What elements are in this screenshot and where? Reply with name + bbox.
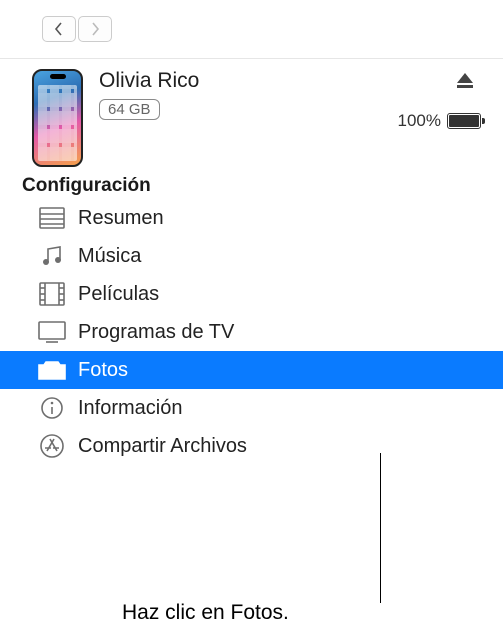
nav-back-button[interactable]	[42, 16, 76, 42]
callout-text: Haz clic en Fotos.	[122, 601, 289, 625]
sidebar-item-label: Compartir Archivos	[78, 435, 247, 458]
battery-icon	[447, 113, 481, 129]
sidebar-list: Resumen Música Películas	[0, 199, 503, 465]
tv-icon	[38, 319, 66, 345]
sidebar-item-tv[interactable]: Programas de TV	[0, 313, 503, 351]
sidebar-item-movies[interactable]: Películas	[0, 275, 503, 313]
music-icon	[38, 243, 66, 269]
device-name: Olivia Rico	[99, 69, 485, 93]
storage-badge: 64 GB	[99, 99, 160, 120]
nav-forward-button[interactable]	[78, 16, 112, 42]
sidebar-item-info[interactable]: Información	[0, 389, 503, 427]
eject-button[interactable]	[455, 71, 475, 96]
toolbar	[0, 0, 503, 52]
sidebar-item-label: Películas	[78, 283, 159, 306]
sidebar-item-label: Música	[78, 245, 141, 268]
sidebar-item-music[interactable]: Música	[0, 237, 503, 275]
callout-line	[380, 453, 381, 603]
sidebar-item-label: Fotos	[78, 359, 128, 382]
app-store-icon	[38, 433, 66, 459]
device-thumbnail	[32, 69, 83, 167]
sidebar-item-label: Resumen	[78, 207, 164, 230]
sidebar-item-summary[interactable]: Resumen	[0, 199, 503, 237]
sidebar-item-label: Información	[78, 397, 183, 420]
info-icon	[38, 395, 66, 421]
sidebar-item-photos[interactable]: Fotos	[0, 351, 503, 389]
device-header: Olivia Rico 64 GB 100%	[0, 59, 503, 173]
film-icon	[38, 281, 66, 307]
section-title: Configuración	[0, 173, 503, 199]
sidebar-item-file-sharing[interactable]: Compartir Archivos	[0, 427, 503, 465]
chevron-left-icon	[54, 22, 64, 36]
chevron-right-icon	[90, 22, 100, 36]
battery-percent: 100%	[398, 111, 441, 131]
sidebar-item-label: Programas de TV	[78, 321, 234, 344]
eject-icon	[455, 71, 475, 91]
summary-icon	[38, 205, 66, 231]
camera-icon	[38, 357, 66, 383]
battery-status: 100%	[398, 111, 481, 131]
